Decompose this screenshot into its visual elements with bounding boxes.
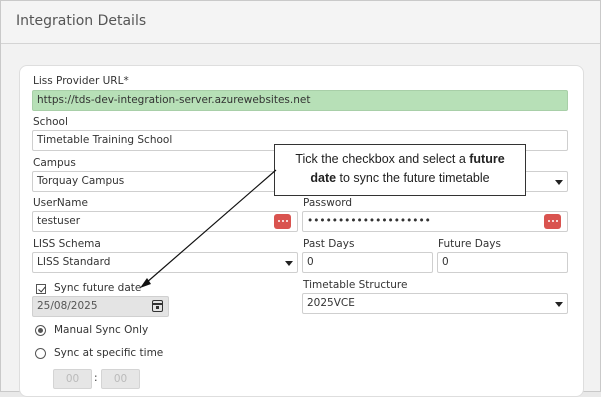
future-days-label: Future Days [438, 238, 501, 250]
password-label: Password [303, 197, 353, 209]
liss-url-label: Liss Provider URL* [33, 75, 129, 87]
timetable-structure-value: 2025VCE [307, 297, 355, 309]
liss-url-input[interactable]: https://tds-dev-integration-server.azure… [32, 90, 568, 111]
past-days-label: Past Days [303, 238, 355, 250]
integration-details-panel: Integration Details Liss Provider URL* h… [0, 0, 601, 397]
timetable-structure-label: Timetable Structure [303, 279, 408, 291]
username-reveal-icon[interactable] [274, 214, 291, 229]
school-label: School [33, 116, 68, 128]
calendar-icon[interactable] [152, 300, 163, 312]
password-input[interactable]: •••••••••••••••••••• [302, 211, 568, 232]
liss-schema-value: LISS Standard [37, 256, 111, 268]
username-value: testuser [37, 215, 81, 227]
sync-future-label: Sync future date [54, 282, 142, 294]
sync-future-checkbox[interactable] [36, 284, 46, 294]
past-days-input[interactable]: 0 [302, 252, 433, 273]
chevron-down-icon [285, 261, 293, 266]
specific-time-radio[interactable] [35, 348, 46, 359]
liss-schema-select[interactable]: LISS Standard [32, 252, 298, 273]
liss-schema-label: LISS Schema [33, 238, 101, 250]
campus-value: Torquay Campus [37, 175, 125, 187]
callout-text-1: Tick the checkbox and select a [295, 152, 470, 166]
manual-sync-label: Manual Sync Only [54, 324, 149, 336]
chevron-down-icon [555, 180, 563, 185]
timetable-structure-select[interactable]: 2025VCE [302, 293, 568, 314]
future-days-input[interactable]: 0 [437, 252, 568, 273]
campus-label: Campus [33, 157, 76, 169]
check-icon [37, 284, 46, 293]
password-value: •••••••••••••••••••• [307, 215, 431, 227]
hours-input[interactable]: 00 [53, 369, 92, 389]
callout-text-2: to sync the future timetable [336, 171, 490, 185]
specific-time-label: Sync at specific time [54, 347, 164, 359]
password-reveal-icon[interactable] [544, 214, 561, 229]
future-date-value: 25/08/2025 [37, 300, 98, 312]
username-input[interactable]: testuser [32, 211, 298, 232]
time-separator: : [94, 372, 98, 384]
callout-bold-future: future [469, 152, 505, 166]
minutes-input[interactable]: 00 [101, 369, 140, 389]
panel-header: Integration Details [1, 1, 600, 44]
instruction-callout: Tick the checkbox and select a future da… [274, 144, 526, 196]
username-label: UserName [33, 197, 88, 209]
panel-title: Integration Details [16, 13, 147, 29]
chevron-down-icon [555, 302, 563, 307]
future-date-input[interactable]: 25/08/2025 [32, 296, 169, 317]
manual-sync-radio[interactable] [35, 325, 46, 336]
callout-bold-date: date [310, 171, 337, 185]
